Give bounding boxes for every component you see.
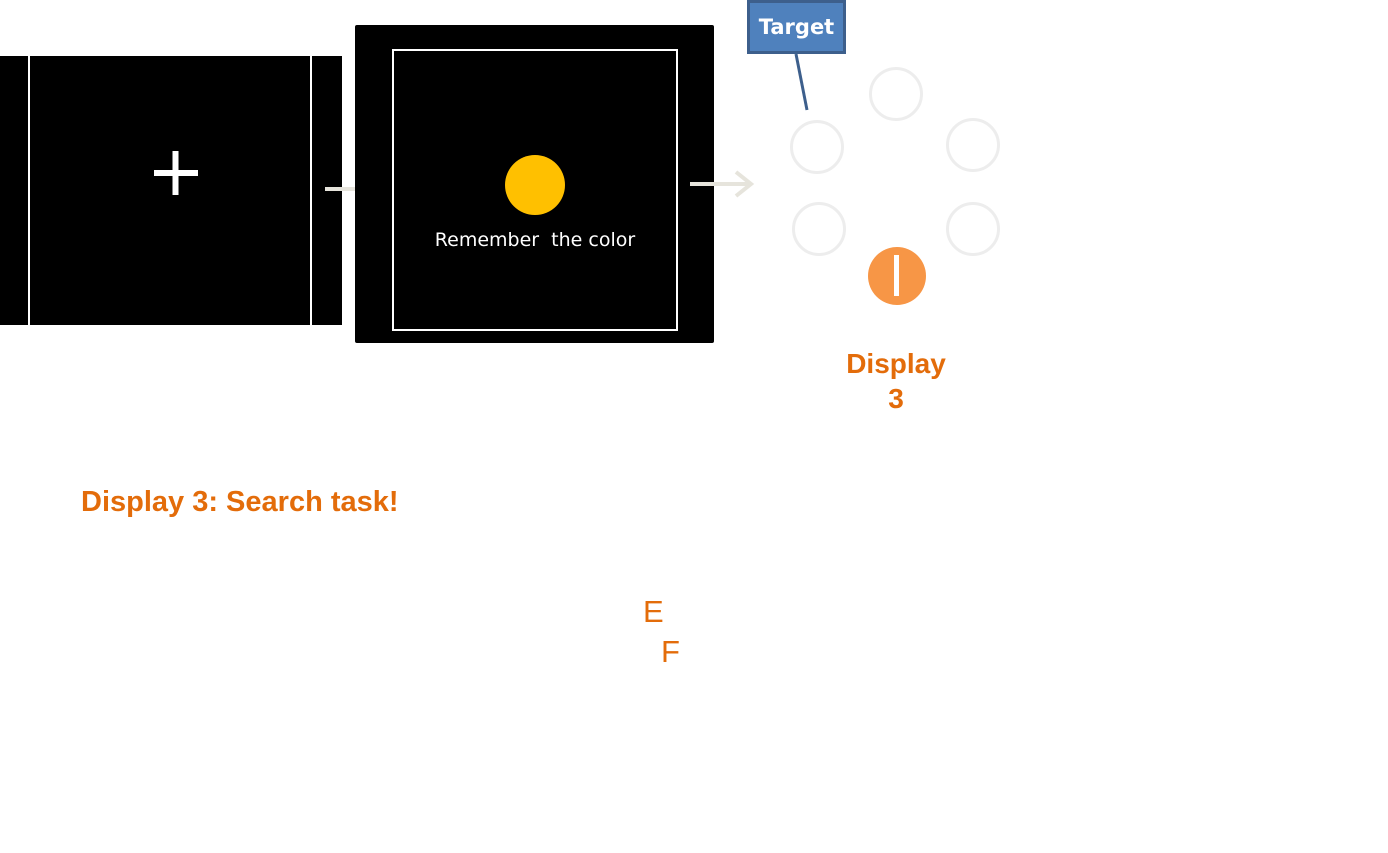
panel-divider-left	[28, 56, 30, 325]
search-item-circle	[790, 120, 844, 174]
fixation-display-panel	[0, 56, 342, 325]
target-callout-label: Target	[747, 0, 846, 54]
target-circle	[868, 247, 926, 305]
letter-f: F	[661, 634, 680, 669]
search-item-circle	[946, 202, 1000, 256]
memory-display-panel: Remember the color	[355, 25, 714, 343]
letter-e: E	[643, 594, 664, 629]
section-title: Display 3: Search task!	[81, 486, 399, 518]
display-3-caption: Display 3	[816, 346, 976, 416]
search-item-circle	[792, 202, 846, 256]
target-bar	[894, 255, 899, 296]
caption-line-1: Display	[846, 348, 946, 379]
panel-divider-right	[310, 56, 312, 325]
caption-line-2: 3	[888, 383, 904, 414]
search-item-circle	[946, 118, 1000, 172]
right-arrow-icon	[690, 170, 755, 198]
memory-instruction: Remember the color	[434, 229, 636, 251]
plus-icon	[154, 151, 198, 195]
memory-display-frame: Remember the color	[392, 49, 678, 331]
search-item-circle	[869, 67, 923, 121]
memory-color-circle	[505, 155, 565, 215]
